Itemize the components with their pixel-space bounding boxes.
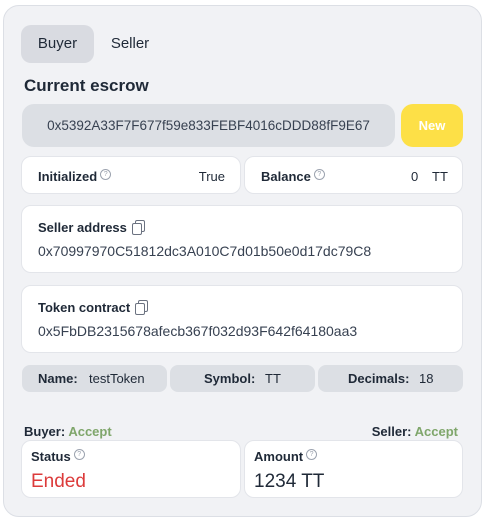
- seller-acceptance: Seller: Accept: [372, 424, 458, 439]
- status-value: Ended: [31, 471, 86, 492]
- info-icon[interactable]: ?: [306, 449, 318, 460]
- tab-buyer[interactable]: Buyer: [21, 25, 94, 63]
- escrow-panel: Buyer Seller Current escrow 0x5392A33F7F…: [3, 5, 482, 517]
- balance-amount: 0: [411, 169, 419, 184]
- status-label: Status?: [31, 449, 85, 464]
- balance-card: Balance? 0 TT: [244, 156, 463, 194]
- seller-address-card: Seller address 0x70997970C51812dc3A010C7…: [21, 205, 463, 273]
- token-symbol-value: TT: [265, 371, 281, 386]
- token-symbol-label: Symbol:: [204, 371, 256, 386]
- initialized-value: True: [198, 169, 225, 184]
- buyer-status: Accept: [68, 424, 112, 439]
- info-icon[interactable]: ?: [73, 449, 85, 460]
- new-escrow-button[interactable]: New: [401, 104, 463, 147]
- status-card: Status? Ended: [21, 440, 241, 498]
- seller-address-value: 0x70997970C51812dc3A010C7d01b50e0d17dc79…: [38, 243, 372, 259]
- amount-card: Amount? 1234 TT: [244, 440, 463, 498]
- balance-label: Balance?: [261, 169, 325, 184]
- seller-status: Accept: [414, 424, 458, 439]
- token-symbol-pill: Symbol: TT: [170, 365, 315, 392]
- initialized-card: Initialized? True: [21, 156, 241, 194]
- amount-value: 1234 TT: [254, 471, 325, 492]
- escrow-address[interactable]: 0x5392A33F7F677f59e833FEBF4016cDDD88fF9E…: [22, 104, 395, 147]
- token-decimals-label: Decimals:: [348, 371, 410, 386]
- seller-address-label: Seller address: [38, 220, 145, 235]
- token-contract-value: 0x5FbDB2315678afecb367f032d93F642f64180a…: [38, 323, 358, 339]
- token-name-pill: Name: testToken: [22, 365, 167, 392]
- copy-icon[interactable]: [131, 220, 145, 235]
- token-contract-label: Token contract: [38, 300, 149, 315]
- token-name-label: Name:: [38, 371, 78, 386]
- info-icon[interactable]: ?: [313, 169, 325, 180]
- token-decimals-pill: Decimals: 18: [318, 365, 463, 392]
- amount-label: Amount?: [254, 449, 318, 464]
- token-decimals-value: 18: [419, 371, 434, 386]
- token-contract-card: Token contract 0x5FbDB2315678afecb367f03…: [21, 285, 463, 353]
- buyer-acceptance: Buyer: Accept: [24, 424, 112, 439]
- balance-unit: TT: [432, 169, 448, 184]
- current-escrow-title: Current escrow: [24, 76, 149, 95]
- buyer-label: Buyer:: [24, 424, 66, 439]
- token-name-value: testToken: [89, 371, 145, 386]
- initialized-label: Initialized?: [38, 169, 112, 184]
- copy-icon[interactable]: [135, 300, 149, 315]
- tab-seller[interactable]: Seller: [100, 25, 160, 63]
- info-icon[interactable]: ?: [100, 169, 112, 180]
- seller-label: Seller:: [371, 424, 412, 439]
